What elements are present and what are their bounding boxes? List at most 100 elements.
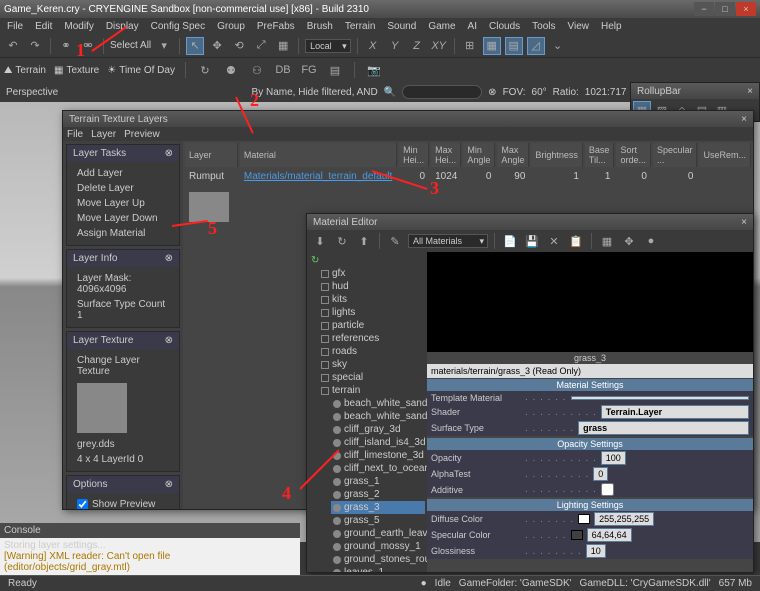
menu-game[interactable]: Game xyxy=(423,20,460,33)
additive-checkbox[interactable] xyxy=(601,483,614,496)
move-layer-down-button[interactable]: Move Layer Down xyxy=(77,211,169,226)
menu-clouds[interactable]: Clouds xyxy=(484,20,525,33)
menu-file[interactable]: File xyxy=(2,20,28,33)
axis-xy[interactable]: XY xyxy=(430,37,448,55)
col-mina[interactable]: Min Angle xyxy=(463,143,495,167)
minimize-button[interactable]: − xyxy=(694,2,714,16)
me-copy-icon[interactable]: 📋 xyxy=(567,232,585,250)
material-tree[interactable]: ↻ gfx hud kits lights particle reference… xyxy=(307,252,427,572)
glossiness-value[interactable]: 10 xyxy=(586,544,606,558)
terrain-tool-button[interactable]: ⛰Terrain xyxy=(4,65,46,76)
collapse-icon[interactable]: ⊗ xyxy=(165,253,173,264)
me-dot-icon[interactable]: ● xyxy=(642,232,660,250)
col-tile[interactable]: Base Til... xyxy=(585,143,615,167)
tree-refresh-icon[interactable]: ↻ xyxy=(309,254,425,267)
sub-icon[interactable]: ▦ xyxy=(274,37,292,55)
menu-terrain[interactable]: Terrain xyxy=(340,20,381,33)
add-layer-button[interactable]: Add Layer xyxy=(77,166,169,181)
me-multi-icon[interactable]: ▦ xyxy=(598,232,616,250)
me-close-icon[interactable]: × xyxy=(741,217,747,228)
menu-edit[interactable]: Edit xyxy=(30,20,57,33)
tod-tool-button[interactable]: ☀Time Of Day xyxy=(107,65,175,76)
search-input[interactable] xyxy=(402,85,482,99)
alphatest-value[interactable]: 0 xyxy=(593,467,608,481)
axis-z[interactable]: Z xyxy=(408,37,426,55)
rollup-close-icon[interactable]: × xyxy=(747,86,753,97)
texture-tool-button[interactable]: ▦Texture xyxy=(54,65,99,76)
reload-icon[interactable]: ↻ xyxy=(196,61,214,79)
me-pick-icon[interactable]: ✎ xyxy=(386,232,404,250)
col-bright[interactable]: Brightness xyxy=(531,143,583,167)
collapse-icon[interactable]: ⊗ xyxy=(165,148,173,159)
menu-help[interactable]: Help xyxy=(596,20,627,33)
table-row[interactable]: Rumput Materials/material_terrain_defaul… xyxy=(185,169,751,184)
collapse-icon[interactable]: ⊗ xyxy=(165,479,173,490)
diffuse-value[interactable]: 255,255,255 xyxy=(594,512,654,526)
axis-x[interactable]: X xyxy=(364,37,382,55)
me-reset-icon[interactable]: ↻ xyxy=(333,232,351,250)
snap-toggle-icon[interactable]: ⊞ xyxy=(461,37,479,55)
menu-view[interactable]: View xyxy=(563,20,595,33)
shader-value[interactable]: Terrain.Layer xyxy=(601,405,749,419)
menu-tools[interactable]: Tools xyxy=(527,20,560,33)
unlink-icon[interactable]: ⚮ xyxy=(79,37,97,55)
ai-icon[interactable]: ⚉ xyxy=(222,61,240,79)
me-filter-dropdown[interactable]: All Materials xyxy=(408,234,488,248)
me-new-icon[interactable]: 📄 xyxy=(501,232,519,250)
menu-prefabs[interactable]: PreFabs xyxy=(252,20,300,33)
menu-brush[interactable]: Brush xyxy=(302,20,338,33)
clear-search-icon[interactable]: ⊗ xyxy=(488,87,496,98)
diffuse-color-swatch[interactable] xyxy=(578,514,590,524)
opacity-value[interactable]: 100 xyxy=(601,451,626,465)
scale-icon[interactable]: ⤢ xyxy=(252,37,270,55)
undo-icon[interactable]: ↶ xyxy=(4,37,22,55)
menu-sound[interactable]: Sound xyxy=(382,20,421,33)
specular-color-swatch[interactable] xyxy=(571,530,583,540)
terrain-snap-icon[interactable]: ⌄ xyxy=(549,37,567,55)
menu-group[interactable]: Group xyxy=(212,20,250,33)
col-spec[interactable]: Specular ... xyxy=(653,143,698,167)
me-get-icon[interactable]: ⬆ xyxy=(355,232,373,250)
fg-button[interactable]: FG xyxy=(300,61,318,79)
col-userem[interactable]: UseRem... xyxy=(699,143,751,167)
me-save-icon[interactable]: 💾 xyxy=(523,232,541,250)
close-button[interactable]: × xyxy=(736,2,756,16)
layers-icon[interactable]: ▤ xyxy=(326,61,344,79)
ttl-menu-preview[interactable]: Preview xyxy=(124,129,160,140)
move-layer-up-button[interactable]: Move Layer Up xyxy=(77,196,169,211)
menu-configspec[interactable]: Config Spec xyxy=(146,20,210,33)
collapse-icon[interactable]: ⊗ xyxy=(165,335,173,346)
coord-space-dropdown[interactable]: Local xyxy=(305,39,351,53)
select-all-button[interactable]: Select All xyxy=(110,40,151,51)
change-texture-button[interactable]: Change Layer Texture xyxy=(77,353,169,379)
angle-snap-icon[interactable]: ◿ xyxy=(527,37,545,55)
surface-type-value[interactable]: grass xyxy=(578,421,749,435)
ttl-menu-layer[interactable]: Layer xyxy=(91,129,116,140)
show-preview-checkbox[interactable] xyxy=(77,499,88,509)
move-icon[interactable]: ✥ xyxy=(208,37,226,55)
specular-value[interactable]: 64,64,64 xyxy=(587,528,632,542)
ttl-close-icon[interactable]: × xyxy=(741,114,747,125)
chevron-down-icon[interactable]: ▾ xyxy=(155,37,173,55)
me-assign-icon[interactable]: ⬇ xyxy=(311,232,329,250)
link-icon[interactable]: ⚭ xyxy=(57,37,75,55)
col-minh[interactable]: Min Hei... xyxy=(399,143,429,167)
col-layer[interactable]: Layer xyxy=(185,143,238,167)
camera-icon[interactable]: 📷 xyxy=(365,61,383,79)
grid-icon[interactable]: ▦ xyxy=(483,37,501,55)
col-maxa[interactable]: Max Angle xyxy=(497,143,529,167)
redo-icon[interactable]: ↷ xyxy=(26,37,44,55)
material-link[interactable]: Materials/material_terrain_default xyxy=(244,171,392,182)
rotate-icon[interactable]: ⟲ xyxy=(230,37,248,55)
menu-display[interactable]: Display xyxy=(101,20,144,33)
menu-ai[interactable]: AI xyxy=(463,20,482,33)
db-button[interactable]: DB xyxy=(274,61,292,79)
assign-material-button[interactable]: Assign Material xyxy=(77,226,169,241)
col-maxh[interactable]: Max Hei... xyxy=(431,143,461,167)
menu-modify[interactable]: Modify xyxy=(59,20,98,33)
template-value[interactable] xyxy=(571,396,749,400)
ttl-menu-file[interactable]: File xyxy=(67,129,83,140)
col-sort[interactable]: Sort orde... xyxy=(616,143,651,167)
axis-y[interactable]: Y xyxy=(386,37,404,55)
maximize-button[interactable]: □ xyxy=(715,2,735,16)
